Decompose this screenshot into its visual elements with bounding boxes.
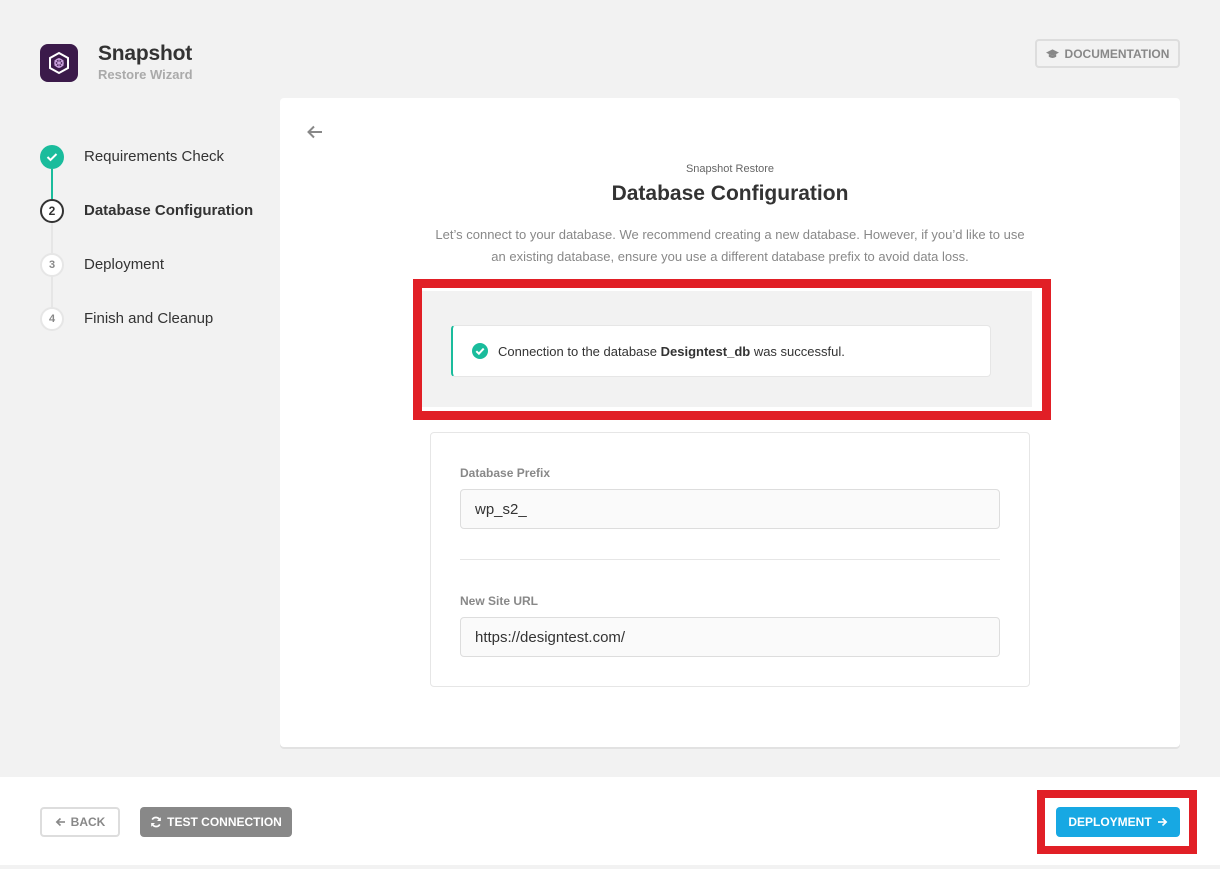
arrow-left-icon[interactable] [306, 124, 324, 145]
notice-suffix: was successful. [750, 343, 845, 359]
app-subtitle: Restore Wizard [98, 67, 193, 82]
graduation-cap-icon [1045, 48, 1059, 58]
refresh-icon [151, 816, 161, 828]
deployment-button[interactable]: DEPLOYMENT [1056, 807, 1180, 837]
documentation-button[interactable]: DOCUMENTATION [1035, 39, 1180, 68]
step-connector [51, 277, 53, 307]
step-number: 3 [40, 253, 64, 277]
footer-bar: BACK TEST CONNECTION DEPLOYMENT [0, 777, 1220, 865]
notice-prefix: Connection to the database [498, 343, 661, 359]
test-connection-button[interactable]: TEST CONNECTION [140, 807, 292, 837]
main-card: Snapshot Restore Database Configuration … [280, 98, 1180, 747]
step-label: Finish and Cleanup [84, 310, 214, 327]
step-requirements-check: Requirements Check [40, 145, 270, 199]
step-database-configuration: 2 Database Configuration [40, 199, 270, 253]
notice-container: Connection to the database Designtest_db… [421, 291, 1032, 407]
snapshot-logo-icon [40, 44, 78, 82]
deployment-label: DEPLOYMENT [1068, 815, 1152, 829]
site-url-input[interactable] [460, 617, 1000, 657]
documentation-label: DOCUMENTATION [1064, 46, 1170, 61]
step-number: 4 [40, 307, 64, 331]
back-label: BACK [70, 815, 106, 829]
step-number: 2 [40, 199, 64, 223]
form-divider [460, 559, 1000, 560]
check-circle-icon [472, 343, 488, 359]
db-prefix-label: Database Prefix [460, 466, 551, 480]
step-deployment: 3 Deployment [40, 253, 270, 307]
page-description: Let’s connect to your database. We recom… [435, 227, 1025, 264]
back-button[interactable]: BACK [40, 807, 120, 837]
step-connector [51, 223, 53, 253]
eyebrow-text: Snapshot Restore [685, 163, 775, 175]
step-finish-cleanup: 4 Finish and Cleanup [40, 307, 270, 361]
app-title: Snapshot [98, 42, 193, 65]
wizard-steps: Requirements Check 2 Database Configurat… [40, 145, 270, 361]
site-url-label: New Site URL [460, 594, 539, 608]
notice-db-name: Designtest_db [660, 343, 751, 359]
db-settings-form: Database Prefix New Site URL [430, 432, 1030, 687]
step-label: Database Configuration [84, 202, 254, 219]
page-title: Database Configuration [611, 182, 849, 205]
brand: Snapshot Restore Wizard [40, 42, 193, 84]
arrow-right-icon [1157, 817, 1168, 827]
success-notice: Connection to the database Designtest_db… [451, 325, 991, 377]
check-icon [40, 145, 64, 169]
step-connector [51, 169, 53, 199]
db-prefix-input[interactable] [460, 489, 1000, 529]
step-label: Requirements Check [84, 148, 225, 165]
test-connection-label: TEST CONNECTION [167, 815, 282, 829]
step-label: Deployment [84, 256, 165, 273]
arrow-left-icon [55, 817, 65, 827]
